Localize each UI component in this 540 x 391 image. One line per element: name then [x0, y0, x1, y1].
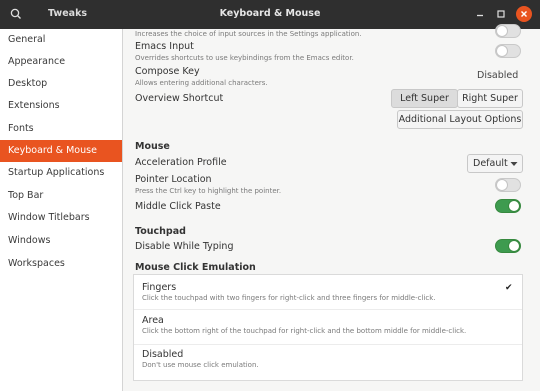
window-title: Keyboard & Mouse	[219, 8, 321, 19]
minimize-icon	[477, 14, 483, 17]
option-title: Fingers	[142, 282, 177, 293]
option-title: Area	[142, 315, 164, 326]
input-sources-description: Increases the choice of input sources in…	[135, 30, 362, 38]
sidebar-item-keyboard-mouse[interactable]: Keyboard & Mouse	[0, 140, 122, 162]
settings-panel: Increases the choice of input sources in…	[123, 24, 540, 391]
acceleration-profile-value: Default	[473, 158, 508, 169]
list-item-disabled[interactable]: Disabled Don't use mouse click emulation…	[134, 345, 522, 380]
list-item-fingers[interactable]: Fingers Click the touchpad with two fing…	[134, 275, 522, 309]
minimize-button[interactable]	[473, 7, 487, 21]
pointer-location-description: Press the Ctrl key to highlight the poin…	[135, 187, 282, 195]
sidebar-item-general[interactable]: General	[0, 29, 122, 51]
option-description: Click the touchpad with two fingers for …	[142, 294, 436, 302]
middle-click-paste-switch[interactable]	[495, 199, 521, 213]
sidebar-item-windows[interactable]: Windows	[0, 230, 122, 252]
acceleration-profile-label: Acceleration Profile	[135, 157, 227, 168]
click-emulation-list: Fingers Click the touchpad with two fing…	[133, 274, 523, 381]
sidebar-item-workspaces[interactable]: Workspaces	[0, 253, 122, 275]
list-item-area[interactable]: Area Click the bottom right of the touch…	[134, 310, 522, 344]
sidebar-item-window-titlebars[interactable]: Window Titlebars	[0, 207, 122, 229]
header-bar: Tweaks Keyboard & Mouse	[0, 0, 540, 29]
disable-while-typing-switch[interactable]	[495, 239, 521, 253]
disable-while-typing-label: Disable While Typing	[135, 241, 234, 252]
mouse-click-emulation-title: Mouse Click Emulation	[135, 262, 256, 273]
compose-key-description: Allows entering additional characters.	[135, 79, 268, 87]
maximize-button[interactable]	[494, 7, 508, 21]
middle-click-paste-label: Middle Click Paste	[135, 201, 221, 212]
emacs-input-switch[interactable]	[495, 44, 521, 58]
checkmark-icon: ✔	[505, 283, 513, 293]
pointer-location-label: Pointer Location	[135, 174, 212, 185]
pointer-location-switch[interactable]	[495, 178, 521, 192]
close-button[interactable]	[516, 6, 532, 22]
overview-shortcut-label: Overview Shortcut	[135, 93, 224, 104]
chevron-down-icon	[510, 162, 518, 166]
sidebar-item-extensions[interactable]: Extensions	[0, 95, 122, 117]
sidebar-item-appearance[interactable]: Appearance	[0, 51, 122, 73]
sidebar: General Appearance Desktop Extensions Fo…	[0, 29, 123, 391]
option-description: Don't use mouse click emulation.	[142, 361, 259, 369]
acceleration-profile-dropdown[interactable]: Default	[467, 154, 523, 173]
sidebar-item-desktop[interactable]: Desktop	[0, 73, 122, 95]
option-description: Click the bottom right of the touchpad f…	[142, 327, 467, 335]
emacs-input-label: Emacs Input	[135, 41, 194, 52]
sidebar-item-startup-applications[interactable]: Startup Applications	[0, 162, 122, 184]
additional-layout-options-button[interactable]: Additional Layout Options	[397, 110, 523, 129]
close-icon	[521, 11, 527, 17]
touchpad-section-title: Touchpad	[135, 226, 186, 237]
left-super-button[interactable]: Left Super	[391, 89, 458, 108]
sidebar-item-top-bar[interactable]: Top Bar	[0, 185, 122, 207]
compose-key-value[interactable]: Disabled	[477, 70, 518, 81]
compose-key-label: Compose Key	[135, 66, 200, 77]
right-super-button[interactable]: Right Super	[457, 89, 523, 108]
mouse-section-title: Mouse	[135, 141, 170, 152]
sidebar-item-fonts[interactable]: Fonts	[0, 118, 122, 140]
option-title: Disabled	[142, 349, 184, 360]
input-sources-switch[interactable]	[495, 24, 521, 38]
maximize-icon	[497, 10, 505, 18]
emacs-input-description: Overrides shortcuts to use keybindings f…	[135, 54, 354, 62]
